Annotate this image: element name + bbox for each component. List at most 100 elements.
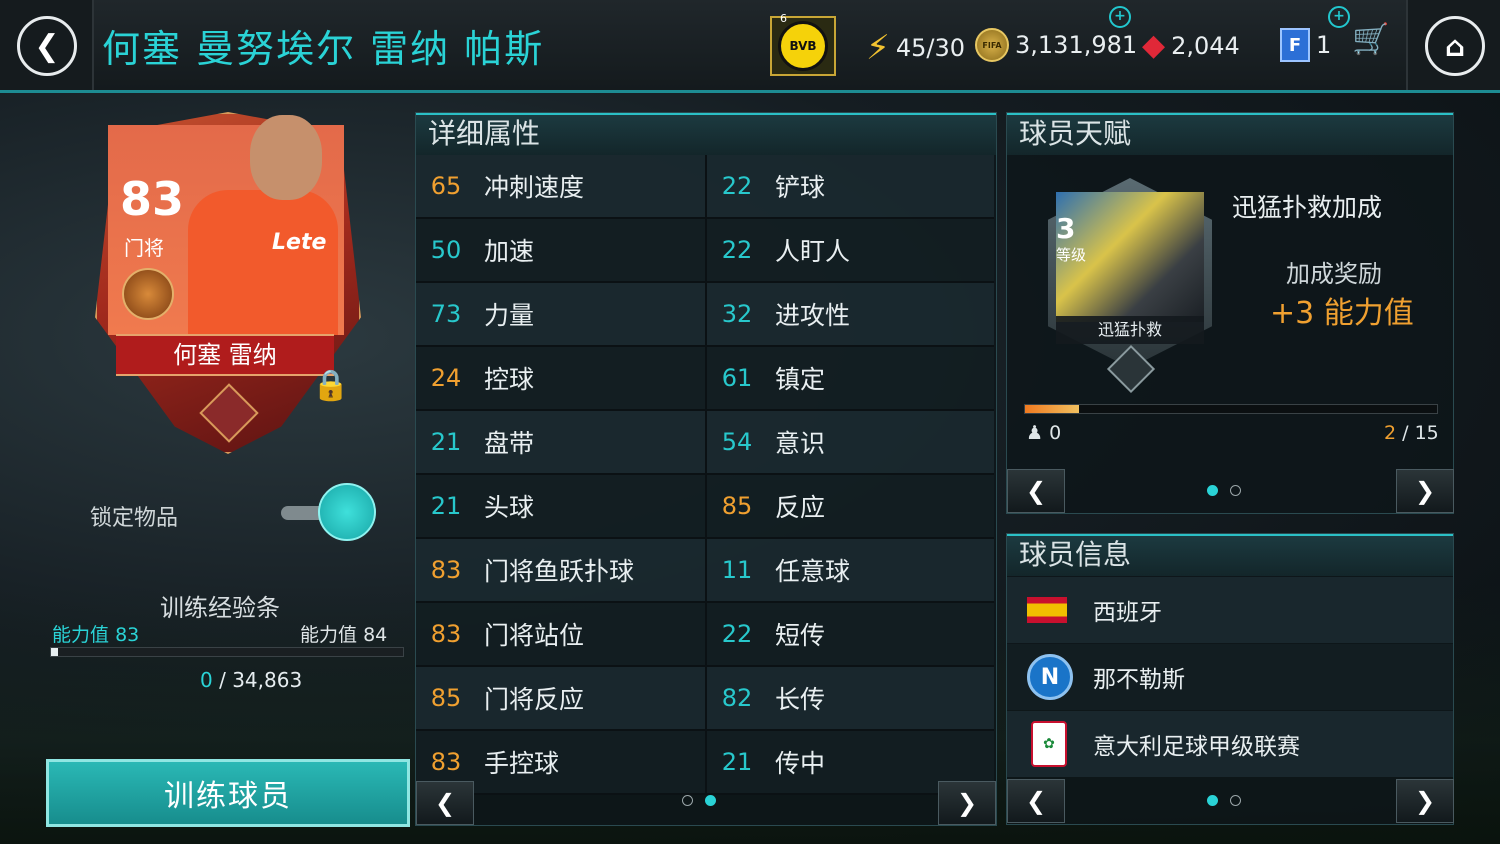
attribute-label: 进攻性: [775, 301, 851, 330]
talent-level: 3: [1056, 212, 1076, 245]
talent-name: 迅猛扑救加成: [1232, 193, 1383, 222]
attribute-value: 22: [721, 172, 753, 200]
fifa-points-counter: F 1: [1280, 28, 1331, 62]
attribute-label: 人盯人: [775, 237, 851, 266]
attribute-value: 21: [721, 748, 753, 776]
attribute-value: 50: [430, 236, 462, 264]
attribute-label: 冲刺速度: [484, 173, 585, 202]
attribute-label: 铲球: [775, 173, 826, 202]
top-bar: ❮ 何塞 曼努埃尔 雷纳 帕斯 6 BVB ⚡ 45/30 FIFA 3,131…: [0, 0, 1500, 93]
page-dot[interactable]: [705, 795, 716, 806]
page-dot[interactable]: [1230, 795, 1241, 806]
info-row-nation[interactable]: 西班牙: [1007, 577, 1453, 643]
attribute-row: 83 门将鱼跃扑球 11 任意球: [416, 539, 994, 603]
back-button-area: ❮: [0, 0, 94, 90]
current-ability: 能力值 83: [52, 620, 139, 647]
attribute-value: 22: [721, 620, 753, 648]
add-fifa-points-button[interactable]: +: [1328, 6, 1350, 28]
attribute-cell: 65 冲刺速度: [416, 155, 704, 217]
talent-progress-bar: [1024, 404, 1438, 414]
talent-next-button[interactable]: ❯: [1396, 469, 1454, 513]
coin-icon: FIFA: [975, 28, 1009, 62]
attribute-value: 65: [430, 172, 462, 200]
talent-level-label: 等级: [1056, 246, 1087, 264]
gems-value: 2,044: [1171, 31, 1240, 60]
attribute-row: 21 头球 85 反应: [416, 475, 994, 539]
attribute-cell: 21 头球: [416, 475, 704, 537]
attribute-label: 门将鱼跃扑球: [484, 557, 635, 586]
attribute-label: 长传: [775, 685, 826, 714]
bonus-value: +3 能力值: [1270, 296, 1414, 331]
back-button[interactable]: ❮: [17, 16, 77, 76]
talent-page-dots: [1207, 485, 1241, 496]
train-player-button[interactable]: 训练球员: [46, 759, 410, 827]
attribute-row: 85 门将反应 82 长传: [416, 667, 994, 731]
nation-name: 西班牙: [1093, 600, 1162, 626]
attribute-cell: 22 铲球: [705, 155, 995, 217]
attribute-row: 83 门将站位 22 短传: [416, 603, 994, 667]
card-program-icon: [122, 268, 174, 320]
attribute-label: 盘带: [484, 429, 535, 458]
page-dot[interactable]: [1207, 485, 1218, 496]
attribute-row: 73 力量 32 进攻性: [416, 283, 994, 347]
attribute-cell: 21 盘带: [416, 411, 704, 473]
page-dot[interactable]: [682, 795, 693, 806]
coins-counter: FIFA 3,131,981: [975, 28, 1137, 62]
next-ability-value: 84: [363, 624, 388, 646]
info-next-button[interactable]: ❯: [1396, 779, 1454, 823]
attribute-cell: 73 力量: [416, 283, 704, 345]
lock-icon: 🔒: [312, 368, 350, 403]
attribute-label: 短传: [775, 621, 826, 650]
bonus-label: 加成奖励: [1286, 260, 1382, 288]
attribute-label: 镇定: [775, 365, 826, 394]
player-portrait-body: [188, 190, 338, 335]
spain-flag-icon: [1027, 597, 1067, 623]
add-coins-button[interactable]: +: [1109, 6, 1131, 28]
attribute-row: 50 加速 22 人盯人: [416, 219, 994, 283]
attribute-value: 54: [721, 428, 753, 456]
home-icon: ⌂: [1444, 29, 1466, 63]
talent-progress-current: 2: [1384, 422, 1397, 444]
home-button[interactable]: ⌂: [1425, 16, 1485, 76]
attribute-value: 24: [430, 364, 462, 392]
attribute-value: 61: [721, 364, 753, 392]
attribute-label: 手控球: [484, 749, 560, 778]
attribute-label: 头球: [484, 493, 535, 522]
attributes-page-dots: [682, 795, 716, 806]
lightning-icon: ⚡: [866, 28, 890, 68]
talent-prev-button[interactable]: ❮: [1007, 469, 1065, 513]
talent-progress-total: 15: [1414, 422, 1439, 444]
fifa-points-icon: F: [1280, 28, 1310, 62]
club-badge[interactable]: 6 BVB: [770, 12, 836, 76]
club-badge-number: 6: [780, 12, 787, 25]
attribute-value: 85: [430, 684, 462, 712]
info-prev-button[interactable]: ❮: [1007, 779, 1065, 823]
attribute-value: 83: [430, 748, 462, 776]
attribute-cell: 11 任意球: [705, 539, 995, 601]
page-dot[interactable]: [1230, 485, 1241, 496]
training-xp-fill: [51, 648, 59, 656]
attribute-label: 控球: [484, 365, 535, 394]
info-row-league[interactable]: ✿ 意大利足球甲级联赛: [1007, 711, 1453, 777]
attributes-panel: 详细属性 65 冲刺速度 22 铲球 50 加速 22 人盯人 73 力量 32 进攻性 24 控球 61 镇…: [415, 112, 997, 826]
gem-icon: ◆: [1142, 28, 1166, 63]
next-ability: 能力值 84: [300, 620, 387, 647]
page-dot[interactable]: [1207, 795, 1218, 806]
attribute-cell: 82 长传: [705, 667, 995, 729]
attributes-prev-button[interactable]: ❮: [416, 781, 474, 825]
attribute-label: 传中: [775, 749, 826, 778]
attribute-cell: 83 门将鱼跃扑球: [416, 539, 704, 601]
attribute-cell: 85 门将反应: [416, 667, 704, 729]
attribute-cell: 83 门将站位: [416, 603, 704, 665]
cart-button[interactable]: 🛒: [1352, 22, 1389, 57]
attributes-next-button[interactable]: ❯: [938, 781, 996, 825]
lock-item-toggle[interactable]: [318, 483, 376, 541]
player-info-panel: 球员信息 西班牙 N 那不勒斯 ✿ 意大利足球甲级联赛 ❮ ❯: [1006, 533, 1454, 825]
training-xp-bar: [50, 647, 404, 657]
player-portrait-head: [250, 115, 322, 200]
info-row-club[interactable]: N 那不勒斯: [1007, 644, 1453, 710]
attribute-value: 73: [430, 300, 462, 328]
back-arrow-icon: ❮: [34, 28, 60, 64]
attribute-label: 任意球: [775, 557, 851, 586]
jersey-sponsor: Lete: [272, 230, 327, 255]
